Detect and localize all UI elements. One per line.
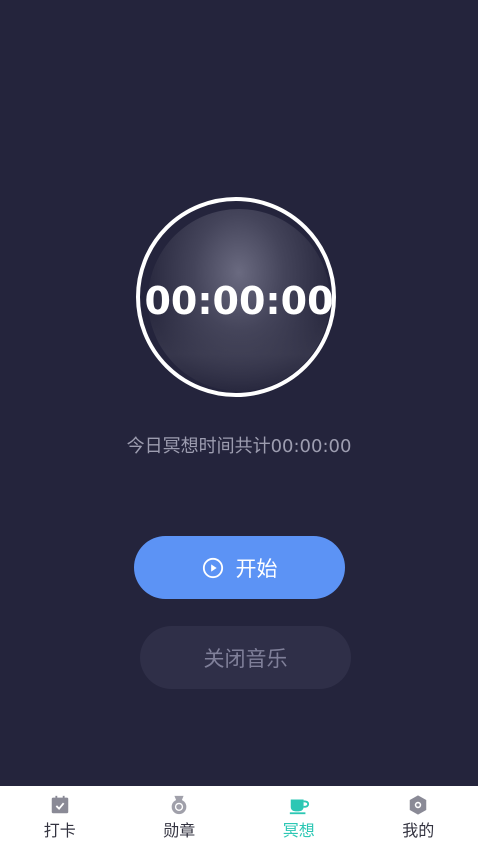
meditation-screen: 00:00:00 今日冥想时间共计00:00:00 开始 关闭音乐 打卡 勋章 … — [0, 0, 478, 850]
tea-cup-icon — [289, 799, 309, 815]
tab-checkin[interactable]: 打卡 — [0, 786, 120, 850]
tab-checkin-label: 打卡 — [43, 821, 76, 840]
timer-display: 00:00:00 — [144, 279, 334, 323]
tab-profile-label: 我的 — [402, 821, 435, 840]
today-meditation-total: 今日冥想时间共计00:00:00 — [126, 436, 352, 457]
hexagon-settings-icon — [410, 795, 427, 815]
close-music-button-label: 关闭音乐 — [203, 646, 288, 671]
start-button-label: 开始 — [235, 556, 278, 581]
calendar-check-icon — [51, 795, 68, 814]
tab-meditation[interactable]: 冥想 — [239, 786, 359, 850]
bottom-tab-bar: 打卡 勋章 冥想 我的 — [0, 786, 478, 850]
tab-meditation-label: 冥想 — [282, 821, 315, 840]
close-music-button[interactable]: 关闭音乐 — [140, 626, 351, 689]
tab-profile[interactable]: 我的 — [359, 786, 478, 850]
tab-medal-label: 勋章 — [163, 821, 196, 840]
medal-icon — [171, 795, 187, 815]
play-circle-icon — [202, 557, 223, 578]
start-button[interactable]: 开始 — [134, 536, 345, 599]
tab-medal[interactable]: 勋章 — [120, 786, 240, 850]
